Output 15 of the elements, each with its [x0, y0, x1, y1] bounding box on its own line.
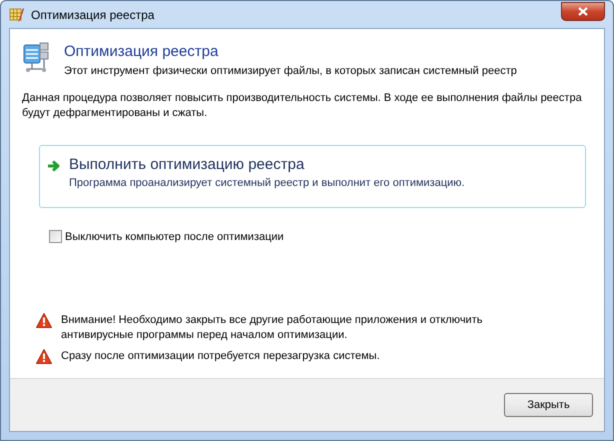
- warning-text: Внимание! Необходимо закрыть все другие работающие приложения и отключить антивирусные программы перед началом оптимизации.: [61, 313, 484, 343]
- close-dialog-button[interactable]: Закрыть: [504, 393, 593, 417]
- arrow-right-icon: [47, 160, 61, 172]
- close-icon: [578, 6, 588, 16]
- window-title: Оптимизация реестра: [31, 8, 156, 22]
- optimize-action[interactable]: Выполнить оптимизацию реестра Программа проанализирует системный реестр и выполнит его оптимизацию.: [39, 145, 586, 208]
- grid-pencil-icon: [9, 6, 25, 22]
- header-title: Оптимизация реестра: [64, 43, 220, 60]
- close-button[interactable]: [561, 2, 605, 20]
- warning-text: Сразу после оптимизации потребуется перезагрузка системы.: [61, 349, 380, 364]
- warning-icon: [36, 349, 52, 364]
- header-subtitle: Этот инструмент физически оптимизирует файлы, в которых записан системный реестр: [64, 64, 517, 79]
- shutdown-checkbox[interactable]: Выключить компьютер после оптимизации: [49, 230, 588, 243]
- warning-icon: [36, 313, 52, 328]
- description-text: Данная процедура позволяет повысить производительность системы. В ходе ее выполнения файлы реестра будут дефрагментированы и сжаты.: [22, 91, 583, 121]
